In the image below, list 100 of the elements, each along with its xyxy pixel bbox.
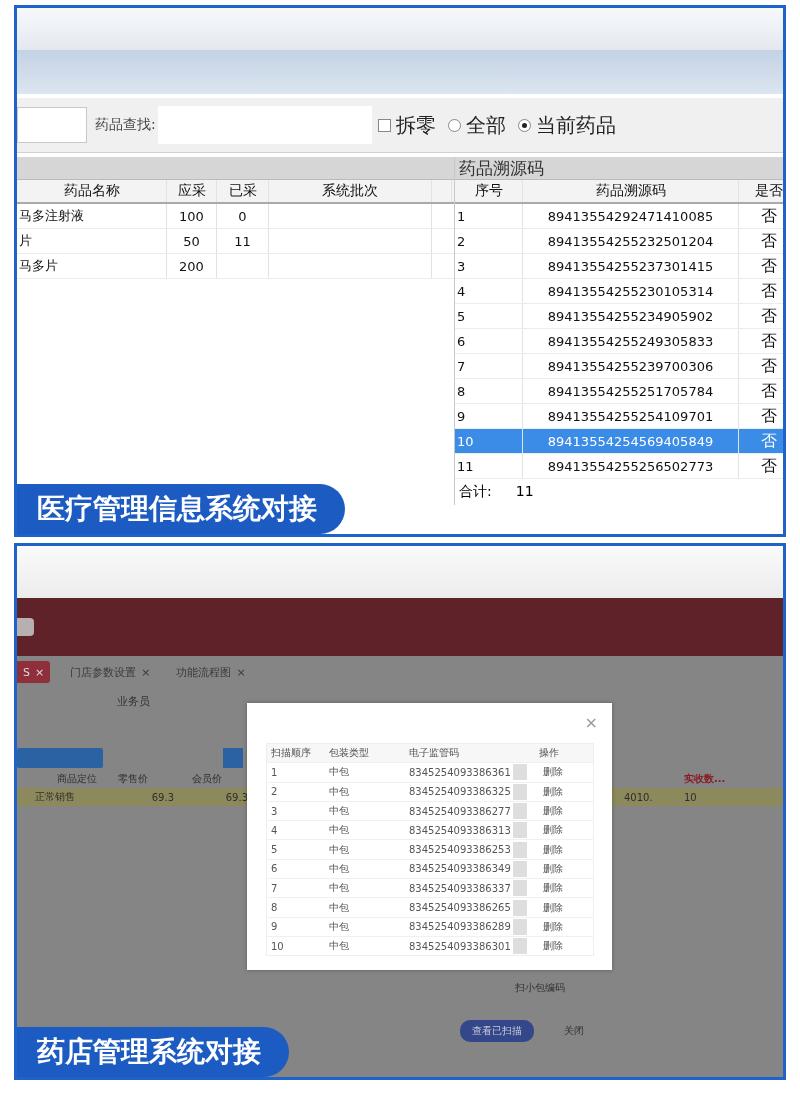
column-header: 是否 bbox=[739, 180, 783, 202]
total-value: 11 bbox=[515, 483, 534, 501]
table-cell: 89413554292471410085 bbox=[523, 204, 739, 228]
table-cell: 马多片 bbox=[17, 254, 167, 278]
table-cell: 片 bbox=[17, 229, 167, 253]
table-cell: 否 bbox=[739, 454, 783, 478]
table-cell-text: 正常销售 bbox=[34, 790, 76, 804]
table-cell-text: 5 bbox=[270, 844, 279, 856]
table-cell: 8345254093386289 bbox=[409, 921, 511, 933]
table-cell-text: 中包 bbox=[328, 765, 350, 780]
table-cell: 8345254093386349 bbox=[409, 863, 511, 875]
table-cell-text: 3 bbox=[270, 805, 279, 817]
table-cell-text: 69.3 bbox=[150, 791, 175, 803]
table-cell: 10 bbox=[455, 429, 523, 453]
panel-title: 药品溯源码 bbox=[455, 157, 783, 180]
column-header: 操作 bbox=[538, 746, 560, 761]
caption-banner: 医疗管理信息系统对接 bbox=[17, 484, 345, 534]
table-cell: 否 bbox=[739, 404, 783, 428]
table-cell-text: 6 bbox=[270, 863, 279, 875]
caption-banner: 药店管理系统对接 bbox=[17, 1027, 289, 1077]
table-cell: 否 bbox=[739, 204, 783, 228]
field-label: 扫小包编码 bbox=[515, 981, 565, 995]
column-header: 序号 bbox=[455, 180, 523, 202]
table-cell: 89413554255251705784 bbox=[523, 379, 739, 403]
column-header: 系统批次 bbox=[269, 180, 432, 202]
table-cell: 3 bbox=[455, 254, 523, 278]
table-cell: 否 bbox=[739, 429, 783, 453]
table-cell-text: 7 bbox=[270, 882, 279, 894]
checkbox-label: 拆零 bbox=[395, 111, 436, 139]
table-cell: 否 bbox=[739, 354, 783, 378]
table-cell: 否 bbox=[739, 229, 783, 253]
radio-label: 当前药品 bbox=[535, 111, 616, 139]
table-cell-text: 8 bbox=[270, 902, 279, 913]
table-cell: 89413554255237301415 bbox=[523, 254, 739, 278]
table-cell: 8345254093386265 bbox=[409, 902, 511, 913]
table-cell: 7 bbox=[455, 354, 523, 378]
table-cell: 6 bbox=[455, 329, 523, 353]
column-header: 已采 bbox=[217, 180, 269, 202]
radio-label: 全部 bbox=[465, 111, 506, 139]
table-cell-text: 4 bbox=[270, 824, 279, 836]
table-cell: 8345254093386301 bbox=[409, 940, 511, 952]
table-cell: 8345254093386337 bbox=[409, 882, 511, 894]
table-cell-text: 中包 bbox=[328, 842, 350, 857]
table-cell: 9 bbox=[455, 404, 523, 428]
table-cell: 89413554255232501204 bbox=[523, 229, 739, 253]
table-cell: 马多注射液 bbox=[17, 204, 167, 228]
table-cell: 100 bbox=[167, 204, 217, 228]
table-cell-text: 中包 bbox=[328, 900, 350, 915]
column-header: 零售价 bbox=[117, 772, 149, 786]
table-cell-text: 4010. bbox=[623, 791, 654, 803]
total-label: 合计: bbox=[459, 483, 492, 501]
table-cell: 否 bbox=[739, 329, 783, 353]
table-cell: 8345254093386253 bbox=[409, 844, 511, 856]
table-cell-text: 中包 bbox=[328, 919, 350, 934]
column-header: 会员价 bbox=[191, 772, 223, 786]
table-cell: 5 bbox=[455, 304, 523, 328]
table-cell: 否 bbox=[739, 379, 783, 403]
table-cell-text: 69.3 bbox=[224, 791, 249, 803]
column-header: 包装类型 bbox=[328, 746, 370, 761]
table-cell-text: 中包 bbox=[328, 861, 350, 876]
column-header: 实收数... bbox=[683, 772, 727, 786]
table-cell-text: 10 bbox=[270, 940, 285, 952]
table-cell: 否 bbox=[739, 254, 783, 278]
table-cell: 89413554255254109701 bbox=[523, 404, 739, 428]
table-cell: 否 bbox=[739, 279, 783, 303]
table-cell-text: 2 bbox=[270, 786, 279, 798]
table-cell: 50 bbox=[167, 229, 217, 253]
table-cell: 89413554255234905902 bbox=[523, 304, 739, 328]
table-cell-text: 中包 bbox=[328, 784, 350, 799]
table-cell: 11 bbox=[217, 229, 269, 253]
table-cell-text: 1 bbox=[270, 766, 279, 778]
column-header: 扫描顺序 bbox=[270, 746, 312, 761]
table-cell: 11 bbox=[455, 454, 523, 478]
table-cell: 89413554255239700306 bbox=[523, 354, 739, 378]
column-header: 药品溯源码 bbox=[523, 180, 739, 202]
table-cell: 1 bbox=[455, 204, 523, 228]
column-header: 电子监管码 bbox=[408, 746, 460, 761]
column-header: 药品名称 bbox=[17, 180, 167, 202]
table-cell: 8345254093386325 bbox=[409, 786, 511, 798]
table-cell: 89413554254569405849 bbox=[523, 429, 739, 453]
table-cell: 89413554255256502773 bbox=[523, 454, 739, 478]
column-header: 应采 bbox=[167, 180, 217, 202]
table-cell: 0 bbox=[217, 204, 269, 228]
table-cell: 200 bbox=[167, 254, 217, 278]
table-cell-text: 中包 bbox=[328, 939, 350, 954]
table-cell: 4 bbox=[455, 279, 523, 303]
table-cell: 8345254093386313 bbox=[409, 824, 511, 836]
table-cell: 2 bbox=[455, 229, 523, 253]
table-cell: 89413554255249305833 bbox=[523, 329, 739, 353]
table-cell: 8 bbox=[455, 379, 523, 403]
table-cell-text: 中包 bbox=[328, 823, 350, 838]
search-label: 药品查找: bbox=[95, 116, 156, 134]
table-cell: 否 bbox=[739, 304, 783, 328]
table-cell: 89413554255230105314 bbox=[523, 279, 739, 303]
table-cell-text: 中包 bbox=[328, 804, 350, 819]
table-cell-text: 10 bbox=[683, 791, 698, 803]
column-header: 商品定位 bbox=[56, 772, 98, 786]
table-cell: 8345254093386361 bbox=[409, 766, 511, 778]
table-cell-text: 9 bbox=[270, 921, 279, 933]
table-cell: 8345254093386277 bbox=[409, 805, 511, 817]
